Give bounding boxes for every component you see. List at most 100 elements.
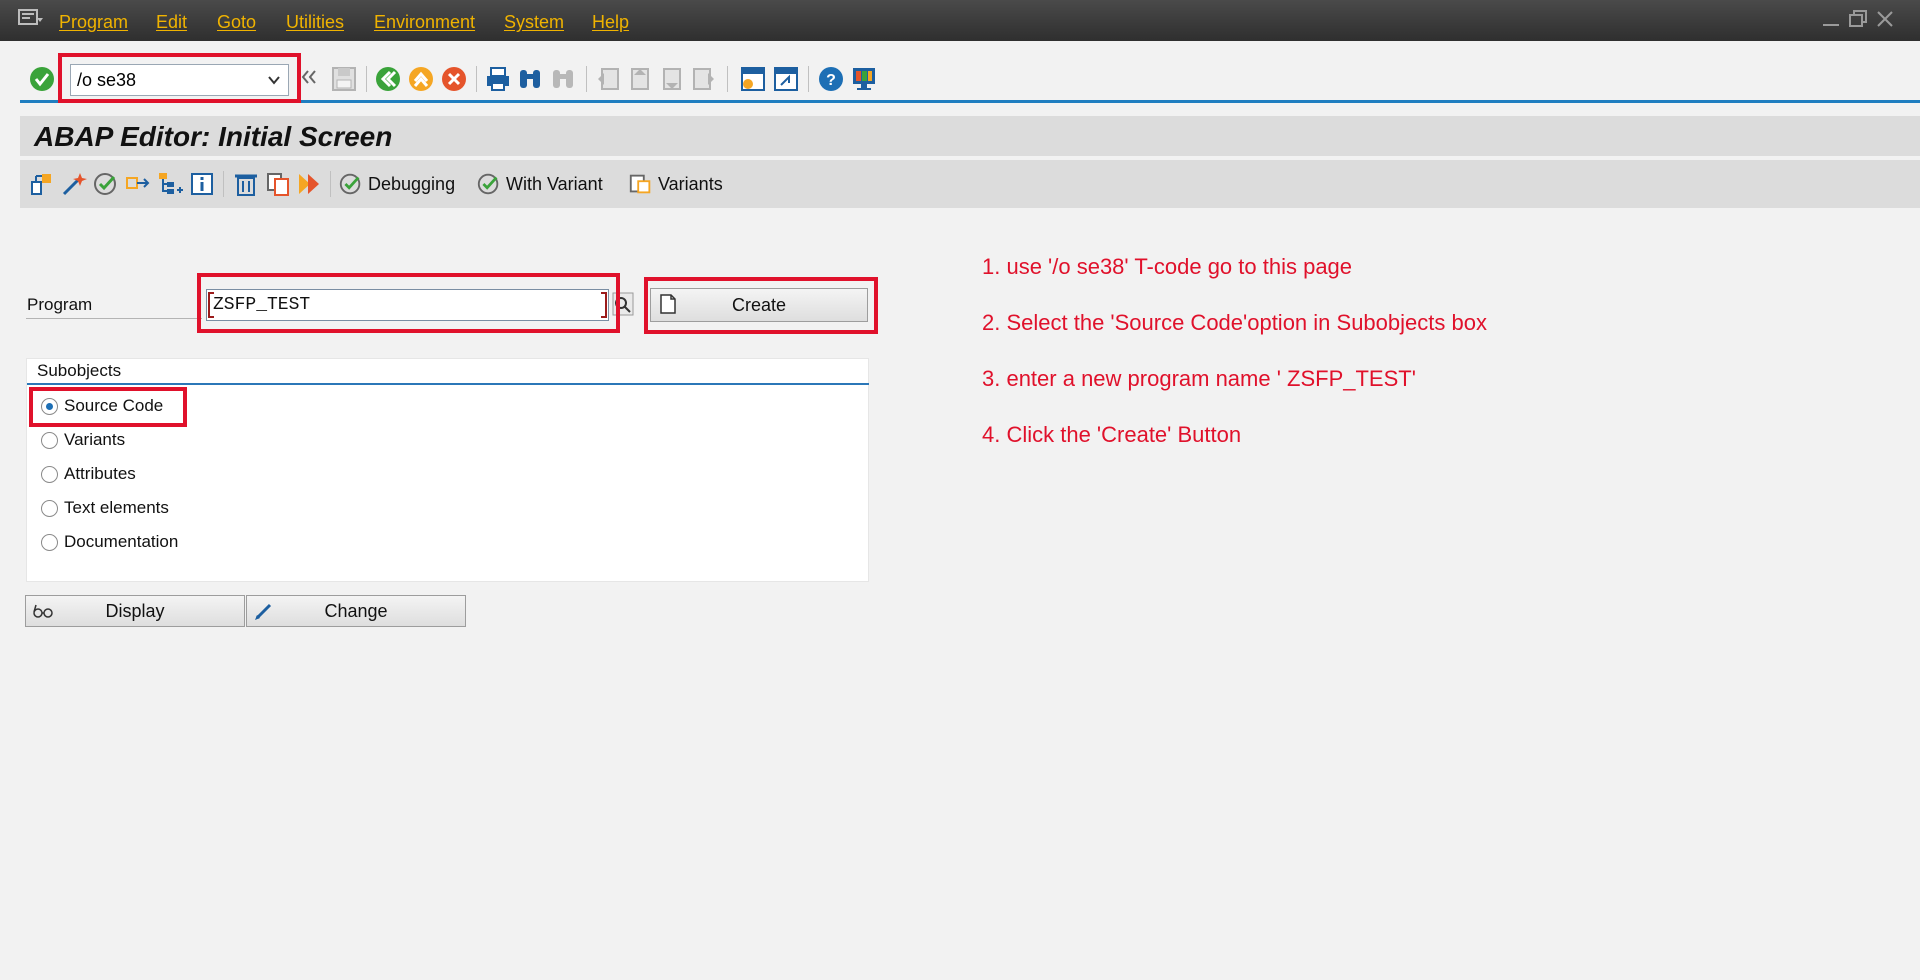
program-label-underline <box>26 318 202 319</box>
separator <box>808 66 809 92</box>
subobjects-title: Subobjects <box>37 361 122 380</box>
radio-button[interactable] <box>41 431 58 449</box>
separator <box>223 171 224 197</box>
menu-help[interactable]: Help <box>592 12 629 33</box>
radio-label: Documentation <box>64 532 179 551</box>
chevron-down-icon[interactable] <box>266 72 282 88</box>
new-document-icon <box>660 294 676 314</box>
hierarchy-icon[interactable] <box>156 170 184 198</box>
radio-button[interactable] <box>41 465 58 483</box>
program-field[interactable] <box>206 289 609 321</box>
close-icon[interactable] <box>1874 8 1896 30</box>
syntax-check-icon[interactable] <box>92 170 120 198</box>
radio-attributes[interactable]: Attributes <box>41 464 136 484</box>
svg-text:?: ? <box>826 72 836 89</box>
instruction-step-3: 3. enter a new program name ' ZSFP_TEST' <box>982 366 1416 391</box>
instruction-step-1: 1. use '/o se38' T-code go to this page <box>982 254 1353 279</box>
other-object-icon[interactable] <box>28 170 56 198</box>
radio-variants[interactable]: Variants <box>41 430 125 450</box>
radio-label: Text elements <box>64 498 169 517</box>
print-icon[interactable] <box>484 65 512 93</box>
enter-check-icon[interactable] <box>28 65 56 93</box>
separator <box>366 66 367 92</box>
find-next-icon[interactable] <box>549 65 577 93</box>
menu-system[interactable]: System <box>504 12 564 33</box>
value-help-icon[interactable] <box>612 292 634 316</box>
next-page-icon[interactable] <box>658 65 686 93</box>
copy-icon[interactable] <box>264 170 292 198</box>
title-bar: ABAP Editor: Initial Screen <box>20 116 1920 156</box>
variants-icon <box>629 174 651 194</box>
sap-menu-icon[interactable] <box>18 8 44 28</box>
command-field[interactable] <box>70 64 289 96</box>
debug-check-icon <box>339 173 361 195</box>
radio-documentation[interactable]: Documentation <box>41 532 178 552</box>
find-binoculars-icon[interactable] <box>516 65 544 93</box>
menu-environment[interactable]: Environment <box>374 12 475 33</box>
separator <box>476 66 477 92</box>
exit-icon[interactable] <box>407 65 435 93</box>
page-title: ABAP Editor: Initial Screen <box>34 121 393 152</box>
instruction-step-4: 4. Click the 'Create' Button <box>982 422 1242 447</box>
subobjects-group: Subobjects Source Code Variants Attribut… <box>26 358 869 582</box>
menu-edit[interactable]: Edit <box>156 12 187 33</box>
shortcut-icon[interactable] <box>772 65 800 93</box>
variants-button[interactable]: Variants <box>628 169 723 199</box>
separator <box>727 66 728 92</box>
standard-toolbar: ? <box>0 41 1920 103</box>
radio-text-elements[interactable]: Text elements <box>41 498 169 518</box>
first-page-icon[interactable] <box>594 65 622 93</box>
create-session-icon[interactable] <box>739 65 767 93</box>
radio-label: Attributes <box>64 464 136 483</box>
previous-page-icon[interactable] <box>626 65 654 93</box>
command-input[interactable] <box>77 69 257 91</box>
variants-label: Variants <box>658 173 723 194</box>
instruction-step-2: 2. Select the 'Source Code'option in Sub… <box>982 310 1487 335</box>
radio-label: Source Code <box>64 396 164 415</box>
debugging-label: Debugging <box>368 173 456 194</box>
field-focus-corner <box>601 292 607 318</box>
variant-check-icon <box>477 173 499 195</box>
menu-utilities[interactable]: Utilities <box>286 12 344 33</box>
menu-bar: Program Edit Goto Utilities Environment … <box>0 0 1920 41</box>
execute-icon[interactable] <box>296 170 324 198</box>
program-label: Program <box>27 295 93 314</box>
menu-goto[interactable]: Goto <box>217 12 256 33</box>
radio-source-code[interactable]: Source Code <box>41 396 163 416</box>
display-label: Display <box>105 600 165 621</box>
radio-label: Variants <box>64 430 126 449</box>
menu-program[interactable]: Program <box>59 12 128 33</box>
radio-button[interactable] <box>41 397 58 415</box>
help-icon[interactable]: ? <box>817 65 845 93</box>
create-label: Create <box>731 294 787 315</box>
program-input[interactable] <box>213 293 593 317</box>
cancel-icon[interactable] <box>440 65 468 93</box>
with-variant-button[interactable]: With Variant <box>476 169 603 199</box>
where-used-icon[interactable] <box>124 170 152 198</box>
double-chevron-left-icon[interactable] <box>298 66 320 88</box>
save-icon[interactable] <box>330 65 358 93</box>
minimize-icon[interactable] <box>1820 8 1842 30</box>
last-page-icon[interactable] <box>690 65 718 93</box>
create-button[interactable]: Create <box>650 288 868 322</box>
change-button[interactable]: Change <box>246 595 466 627</box>
radio-button[interactable] <box>41 499 58 517</box>
separator <box>330 171 331 197</box>
back-icon[interactable] <box>374 65 402 93</box>
display-button[interactable]: Display <box>25 595 245 627</box>
with-variant-label: With Variant <box>506 173 603 194</box>
debugging-button[interactable]: Debugging <box>338 169 455 199</box>
radio-button[interactable] <box>41 533 58 551</box>
delete-trash-icon[interactable] <box>232 170 260 198</box>
restore-icon[interactable] <box>1847 8 1869 30</box>
toolbar-divider <box>20 100 1920 103</box>
application-toolbar: Debugging With Variant Variants <box>20 160 1920 208</box>
separator <box>586 66 587 92</box>
display-glasses-icon <box>33 604 53 618</box>
subobjects-title-line <box>27 383 869 385</box>
magic-wand-icon[interactable] <box>60 170 88 198</box>
change-label: Change <box>324 600 388 621</box>
pencil-icon <box>255 603 272 620</box>
info-icon[interactable] <box>188 170 216 198</box>
layout-menu-icon[interactable] <box>850 65 878 93</box>
